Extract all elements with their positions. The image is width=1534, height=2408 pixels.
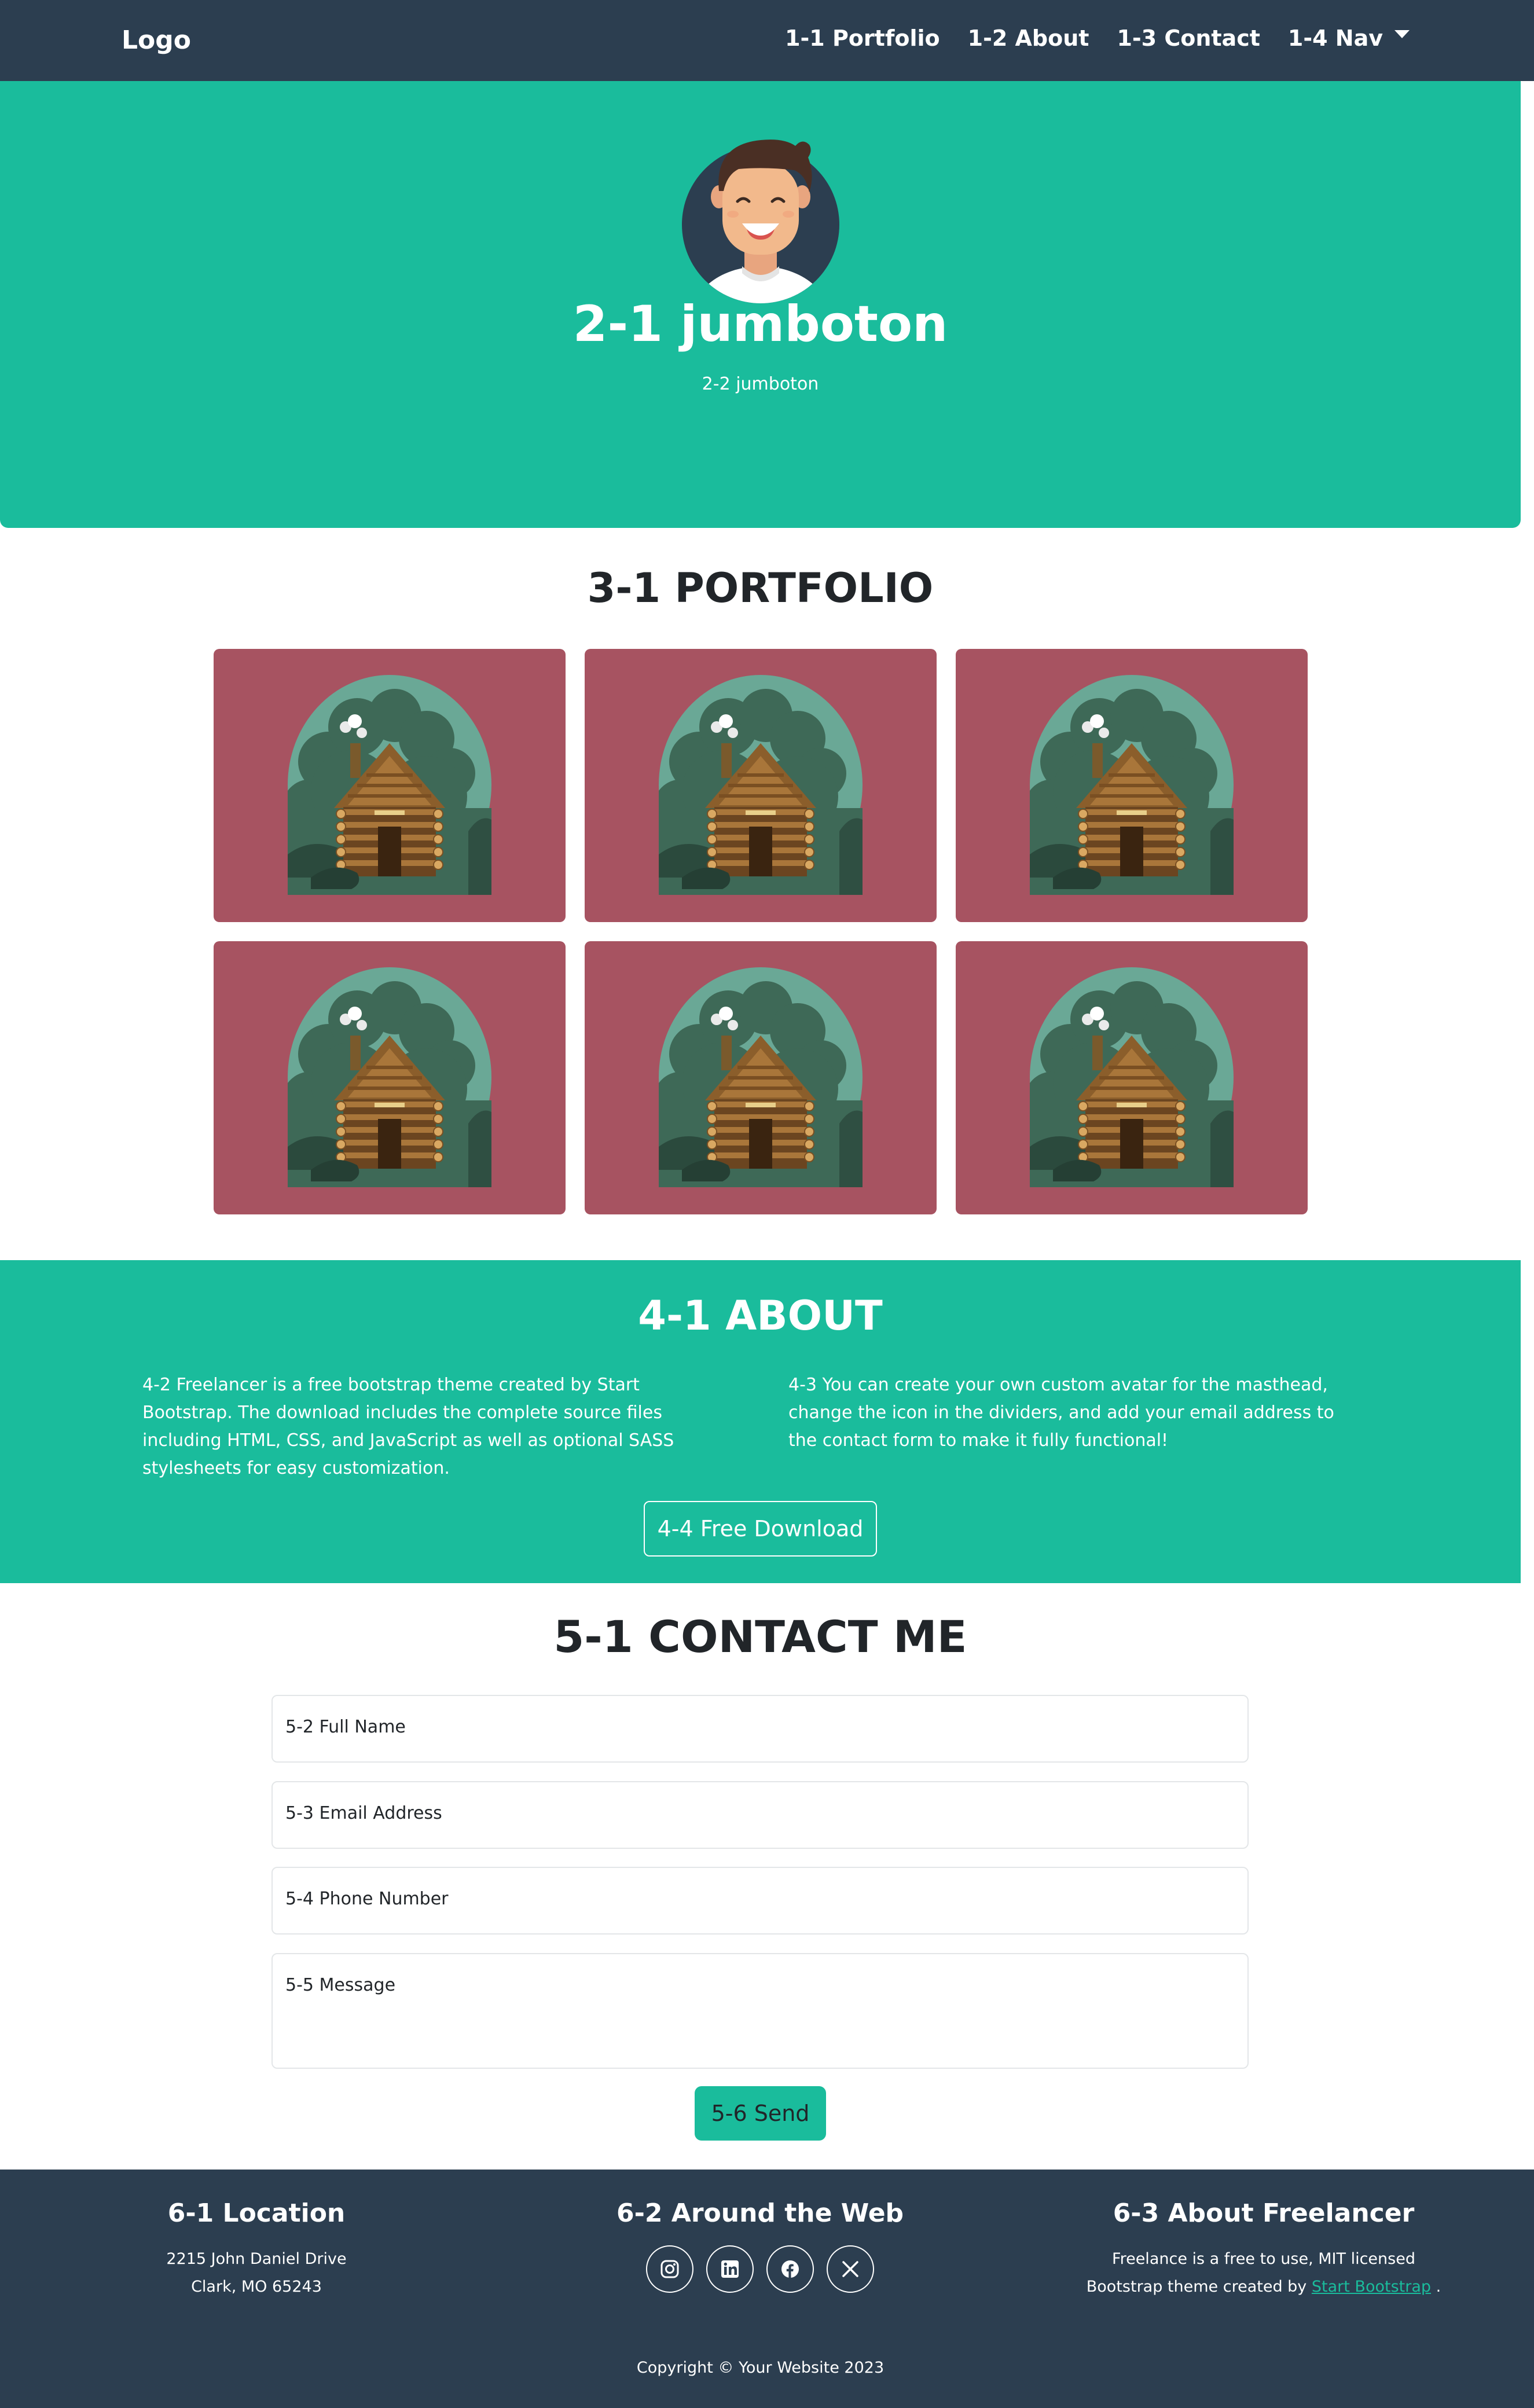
email-input[interactable]: 5-3 Email Address	[271, 1781, 1249, 1849]
nav-item-portfolio[interactable]: 1-1 Portfolio	[785, 25, 940, 51]
linkedin-icon	[721, 2260, 739, 2278]
portfolio-item[interactable]	[585, 941, 937, 1214]
log-cabin-icon	[1030, 675, 1234, 895]
footer: 6-1 Location 2215 John Daniel Drive Clar…	[0, 2170, 1534, 2408]
nav-item-dropdown[interactable]: 1-4 Nav	[1288, 25, 1410, 51]
footer-web-title: 6-2 Around the Web	[616, 2198, 904, 2228]
about-text-left: 4-2 Freelancer is a free bootstrap theme…	[142, 1375, 674, 1478]
portfolio-item[interactable]	[214, 649, 566, 922]
facebook-link[interactable]	[766, 2245, 814, 2293]
avatar-icon	[682, 140, 839, 303]
x-twitter-link[interactable]	[827, 2245, 874, 2293]
portfolio-grid	[214, 649, 1308, 1214]
full-name-input[interactable]: 5-2 Full Name	[271, 1695, 1249, 1763]
masthead: 2-1 jumboton 2-2 jumboton	[0, 81, 1521, 528]
log-cabin-icon	[288, 675, 491, 895]
send-button[interactable]: 5-6 Send	[695, 2086, 826, 2141]
phone-input[interactable]: 5-4 Phone Number	[271, 1867, 1249, 1935]
portfolio-item[interactable]	[214, 941, 566, 1214]
footer-about-title: 6-3 About Freelancer	[1113, 2198, 1415, 2228]
footer-about: 6-3 About Freelancer Freelance is a free…	[1061, 2198, 1466, 2301]
footer-location-title: 6-1 Location	[167, 2198, 346, 2228]
navbar-logo[interactable]: Logo	[122, 25, 191, 55]
log-cabin-icon	[659, 675, 863, 895]
portfolio-item[interactable]	[956, 941, 1308, 1214]
footer-about-line-1: Freelance is a free to use, MIT licensed	[1112, 2250, 1415, 2268]
social-links	[557, 2245, 963, 2293]
caret-down-icon	[1394, 30, 1410, 38]
instagram-icon	[660, 2260, 679, 2278]
contact-title: 5-1 CONTACT ME	[553, 1611, 967, 1662]
nav-item-contact[interactable]: 1-3 Contact	[1117, 25, 1260, 51]
start-bootstrap-link[interactable]: Start Bootstrap	[1312, 2278, 1431, 2296]
nav-dropdown-label: 1-4 Nav	[1287, 25, 1383, 51]
portfolio-title: 3-1 PORTFOLIO	[587, 564, 934, 612]
footer-location: 6-1 Location 2215 John Daniel Drive Clar…	[54, 2198, 459, 2301]
footer-social: 6-2 Around the Web	[557, 2198, 963, 2293]
message-textarea[interactable]: 5-5 Message	[271, 1953, 1249, 2069]
log-cabin-icon	[1030, 967, 1234, 1187]
nav-menu: 1-1 Portfolio 1-2 About 1-3 Contact 1-4 …	[785, 25, 1410, 51]
x-twitter-icon	[842, 2261, 858, 2277]
log-cabin-icon	[288, 967, 491, 1187]
about-text-right: 4-3 You can create your own custom avata…	[788, 1375, 1334, 1451]
masthead-subtitle: 2-2 jumboton	[702, 374, 819, 394]
linkedin-link[interactable]	[706, 2245, 754, 2293]
facebook-icon	[781, 2260, 799, 2278]
free-download-button[interactable]: 4-4 Free Download	[644, 1501, 877, 1557]
about-section: 4-1 ABOUT 4-2 Freelancer is a free boots…	[0, 1260, 1521, 1583]
portfolio-item[interactable]	[956, 649, 1308, 922]
instagram-link[interactable]	[646, 2245, 693, 2293]
masthead-title: 2-1 jumboton	[573, 295, 948, 353]
nav-item-about[interactable]: 1-2 About	[968, 25, 1089, 51]
log-cabin-icon	[659, 967, 863, 1187]
footer-about-end: .	[1436, 2278, 1441, 2296]
address-line-1: 2215 John Daniel Drive	[166, 2250, 347, 2268]
footer-about-line-2: Bootstrap theme created by Start Bootstr…	[1061, 2273, 1466, 2301]
about-title: 4-1 ABOUT	[638, 1292, 883, 1339]
footer-about-text: Bootstrap theme created by	[1086, 2278, 1307, 2296]
portfolio-item[interactable]	[585, 649, 937, 922]
copyright: Copyright © Your Website 2023	[636, 2359, 885, 2377]
address-line-2: Clark, MO 65243	[191, 2278, 322, 2296]
navbar: Logo 1-1 Portfolio 1-2 About 1-3 Contact…	[0, 0, 1534, 81]
